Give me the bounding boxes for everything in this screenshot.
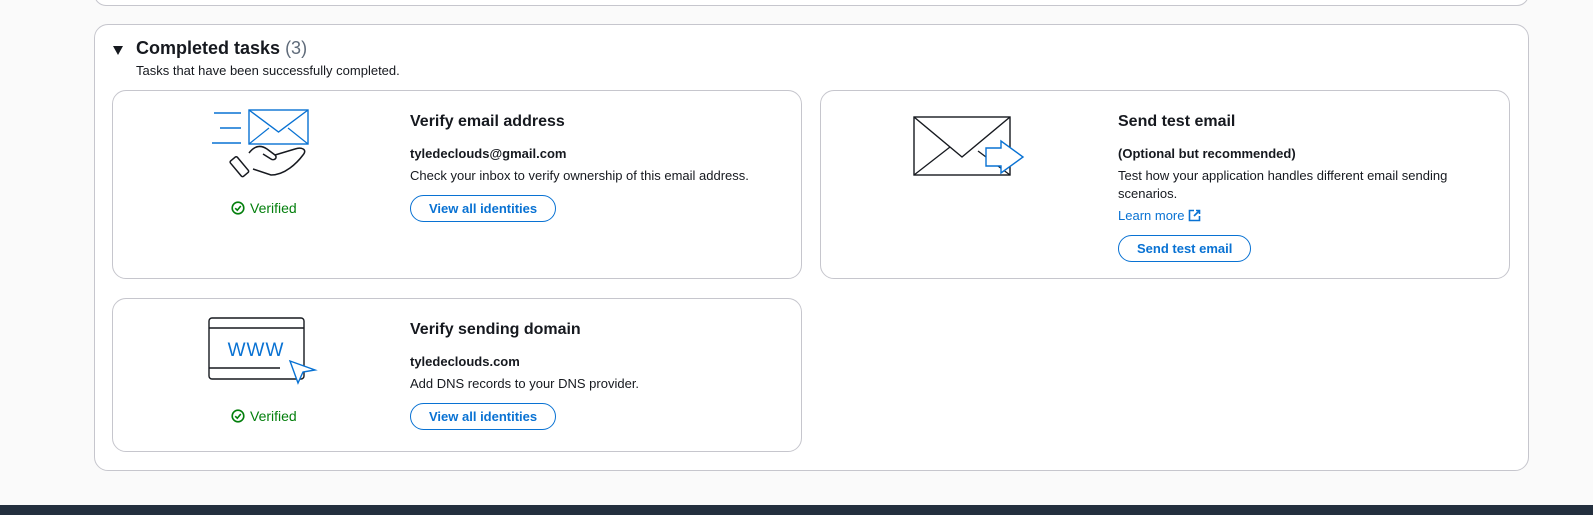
caret-down-icon[interactable] (113, 46, 123, 55)
card-body: Send test email (Optional but recommende… (1118, 113, 1488, 262)
previous-section-container (94, 0, 1529, 6)
verified-label: Verified (250, 408, 297, 424)
domain-name: tyledeclouds.com (410, 354, 520, 369)
section-count: (3) (285, 38, 308, 58)
domain-browser-illustration-icon: WWW (208, 317, 318, 385)
verified-label: Verified (250, 200, 297, 216)
card-title: Send test email (1118, 113, 1236, 130)
card-title: Verify sending domain (410, 321, 581, 338)
learn-more-row: Learn more (1118, 207, 1488, 235)
domain-illustration-text: WWW (228, 340, 285, 361)
card-body: Verify email address tyledeclouds@gmail.… (410, 113, 800, 222)
card-description: Test how your application handles differ… (1118, 168, 1448, 201)
section-description: Tasks that have been successfully comple… (136, 63, 400, 78)
verify-domain-card: WWW Verified Verify sending domain tyled… (112, 298, 802, 452)
email-address: tyledeclouds@gmail.com (410, 146, 567, 161)
learn-more-link[interactable]: Learn more (1118, 208, 1201, 223)
send-test-email-button[interactable]: Send test email (1118, 235, 1252, 262)
send-test-email-card: Send test email (Optional but recommende… (820, 90, 1510, 279)
view-all-identities-button[interactable]: View all identities (410, 195, 557, 222)
view-all-identities-button[interactable]: View all identities (410, 403, 557, 430)
verified-status: Verified (231, 200, 297, 216)
section-title[interactable]: Completed tasks (3) (136, 38, 307, 59)
card-title: Verify email address (410, 113, 565, 130)
external-link-icon (1189, 209, 1201, 222)
email-verify-illustration-icon (212, 109, 309, 178)
card-description: Check your inbox to verify ownership of … (410, 168, 749, 183)
section-title-text: Completed tasks (136, 38, 281, 58)
card-body: Verify sending domain tyledeclouds.com A… (410, 321, 800, 430)
footer-bar (0, 505, 1593, 515)
optional-note: (Optional but recommended) (1118, 146, 1296, 161)
check-circle-icon (231, 409, 245, 423)
learn-more-label: Learn more (1118, 208, 1185, 223)
verify-email-card: Verified Verify email address tyledeclou… (112, 90, 802, 279)
check-circle-icon (231, 201, 245, 215)
card-description: Add DNS records to your DNS provider. (410, 376, 640, 391)
verified-status: Verified (231, 408, 297, 424)
send-email-illustration-icon (913, 116, 1025, 176)
